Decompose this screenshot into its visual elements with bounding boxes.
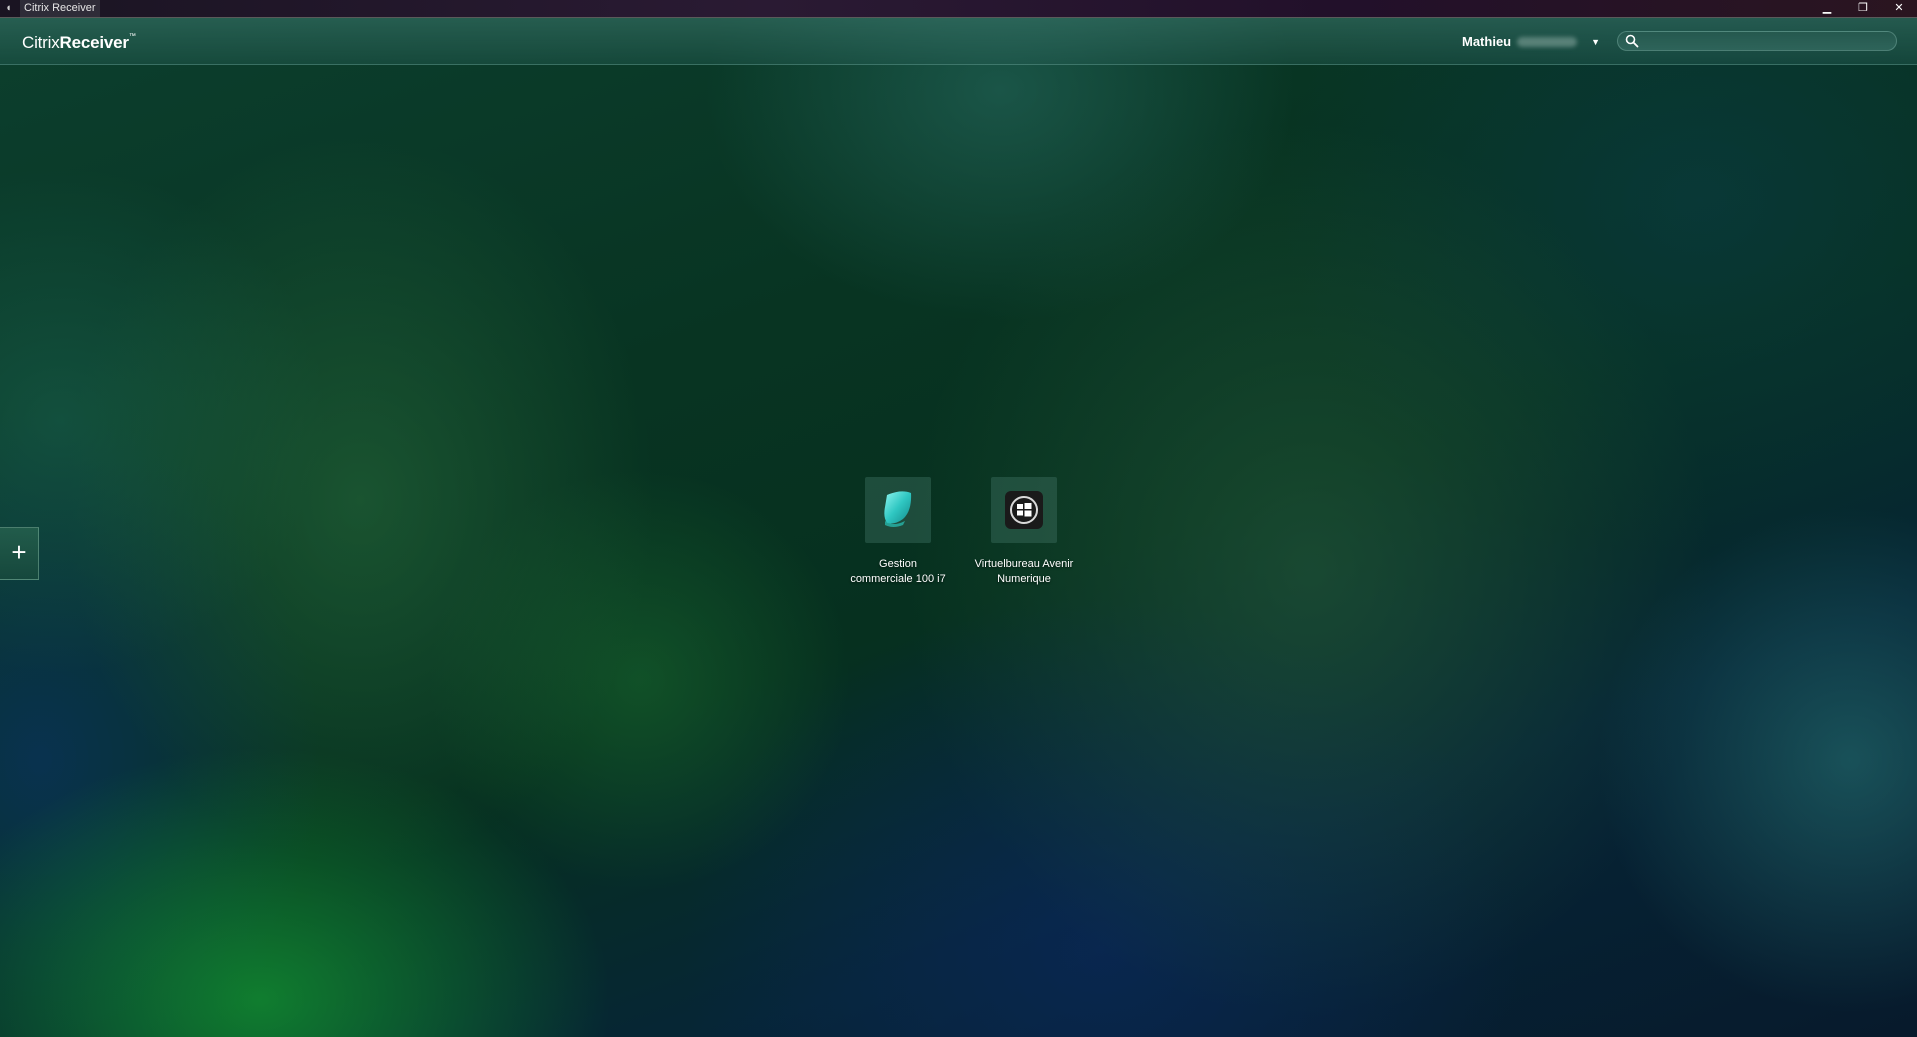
app-label-line1: Gestion [879,558,917,570]
brand-bold: Receiver [59,33,129,52]
window-title: Citrix Receiver [20,0,100,17]
app-label-line2: Numerique [997,573,1051,585]
window-titlebar[interactable]: ◖ Citrix Receiver ▁ ❐ ✕ [0,0,1917,18]
window-controls: ▁ ❐ ✕ [1809,0,1917,17]
restore-button[interactable]: ❐ [1845,0,1881,17]
app-header: CitrixReceiver™ Mathieu ▼ [0,18,1917,65]
close-button[interactable]: ✕ [1881,0,1917,17]
user-menu[interactable]: Mathieu ▼ [1462,34,1600,49]
citrix-receiver-logo: CitrixReceiver™ [22,33,136,53]
user-name: Mathieu [1462,34,1512,49]
app-icon-frame[interactable] [991,477,1057,543]
search-input[interactable] [1644,32,1889,50]
app-tile-virtuelbureau[interactable]: Virtuelbureau Avenir Numerique [964,477,1084,587]
chevron-down-icon[interactable]: ▼ [1591,37,1600,47]
app-label[interactable]: Gestion commerciale 100 i7 [838,557,958,587]
app-label-line2: commerciale 100 i7 [850,573,946,585]
add-apps-button[interactable]: + [0,527,39,580]
app-label[interactable]: Virtuelbureau Avenir Numerique [964,557,1084,587]
bokeh-background [0,0,1917,1037]
brand-light: Citrix [22,33,60,52]
app-tile-gestion-commerciale[interactable]: Gestion commerciale 100 i7 [838,477,958,587]
windows-desktop-icon [1005,491,1043,529]
minimize-button[interactable]: ▁ [1809,0,1845,17]
search-icon [1625,34,1639,48]
search-box[interactable] [1617,31,1897,51]
screen: ◖ Citrix Receiver ▁ ❐ ✕ CitrixReceiver™ … [0,0,1917,1037]
app-label-line1: Virtuelbureau Avenir [974,558,1074,570]
citrix-app-icon: ◖ [5,2,12,14]
app-icon-frame[interactable] [865,477,931,543]
user-lastname-redacted [1517,36,1578,47]
teal-shield-icon [884,491,912,527]
brand-trademark: ™ [128,33,136,40]
